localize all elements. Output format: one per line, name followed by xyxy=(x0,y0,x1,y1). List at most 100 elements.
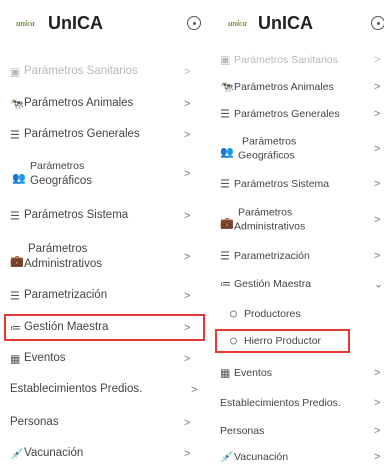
label-line-2: Geográficos xyxy=(238,149,295,161)
sidebar-item-parametros-sistema[interactable]: ☰ Parámetros Sistema > xyxy=(214,173,384,195)
sidebar-item-parametros-administrativos[interactable]: 💼 Parámetros Administrativos > xyxy=(0,238,210,276)
sidebar-item-label: Establecimientos Predios. xyxy=(220,396,341,409)
chevron-right-icon: > xyxy=(374,108,381,120)
sidebar-item-label: Parametrización xyxy=(24,289,108,302)
sidebar-item-label: Parámetros Animales xyxy=(24,97,134,110)
chevron-right-icon: > xyxy=(374,214,381,226)
sidebar-item-label: Parámetros Geográficos xyxy=(238,135,296,162)
sidebar-item-parametros-generales[interactable]: ☰ Parámetros Generales > xyxy=(0,123,210,147)
sidebar-item-personas[interactable]: Personas > xyxy=(214,420,384,442)
sidebar-item-vacunacion[interactable]: 💉 Vacunación > xyxy=(0,442,210,466)
chevron-right-icon: > xyxy=(374,451,381,463)
sidebar-item-label: Parámetros Sistema xyxy=(24,209,129,222)
chevron-right-icon: > xyxy=(374,143,381,155)
sidebar-item-eventos[interactable]: ▦ Eventos > xyxy=(214,362,384,384)
label-line-2: Administrativos xyxy=(24,258,102,270)
sidebar-item-label: Parámetros Geográficos xyxy=(30,159,92,189)
label-line-1: Parámetros xyxy=(242,135,297,148)
chevron-right-icon: > xyxy=(374,81,381,93)
sidebar-item-label: Vacunación xyxy=(234,450,289,463)
sidebar-item-parametros-sanitarios[interactable]: ▣ Parámetros Sanitarios > xyxy=(214,52,384,68)
calendar-icon: ▦ xyxy=(220,367,231,380)
left-sidebar: unica UnICA ▣ Parámetros Sanitarios > 🐄 … xyxy=(0,0,210,471)
submenu-item-label: Productores xyxy=(244,308,301,320)
chevron-right-icon: > xyxy=(374,425,381,437)
sidebar-item-label: Parámetros Administrativos xyxy=(234,206,305,233)
sidebar-item-label: Parámetros Sistema xyxy=(234,177,330,190)
sliders-icon: ☰ xyxy=(220,250,230,263)
sidebar-item-label: Personas xyxy=(10,416,59,429)
label-line-1: Parámetros xyxy=(238,206,293,219)
sidebar-item-parametros-geograficos[interactable]: 👥 Parámetros Geográficos > xyxy=(0,156,210,192)
sidebar-item-label: Personas xyxy=(220,424,265,437)
sidebar-item-establecimientos-predios[interactable]: Establecimientos Predios. > xyxy=(214,392,384,414)
chevron-right-icon: > xyxy=(374,250,381,262)
sliders-icon: ☰ xyxy=(10,129,20,142)
chevron-right-icon: > xyxy=(191,384,198,396)
syringe-icon: 💉 xyxy=(10,448,24,461)
highlight-box xyxy=(215,329,350,353)
sliders-icon: ☰ xyxy=(10,290,20,303)
calendar-icon: ▦ xyxy=(10,353,21,366)
chevron-down-icon: ⌄ xyxy=(374,278,384,291)
sidebar-item-parametros-animales[interactable]: 🐄 Parámetros Animales > xyxy=(0,92,210,116)
sidebar-item-label: Parametrización xyxy=(234,249,310,262)
sidebar-item-parametrizacion[interactable]: ☰ Parametrización > xyxy=(214,245,384,267)
chevron-right-icon: > xyxy=(184,251,191,263)
sidebar-item-eventos[interactable]: ▦ Eventos > xyxy=(0,347,210,371)
chevron-right-icon: > xyxy=(374,178,381,190)
chevron-right-icon: > xyxy=(374,397,381,409)
submenu-item-productores[interactable]: Productores xyxy=(214,304,384,324)
sidebar-item-parametros-administrativos[interactable]: 💼 Parámetros Administrativos > xyxy=(214,203,384,237)
sliders-icon: ☰ xyxy=(220,178,230,191)
sidebar-item-vacunacion[interactable]: 💉 Vacunación > xyxy=(214,446,384,468)
document-gear-icon: ▣ xyxy=(220,54,231,67)
highlight-box xyxy=(4,314,205,341)
brand-name: UnICA xyxy=(258,13,313,33)
label-line-2: Administrativos xyxy=(234,220,306,232)
unica-logo: unica xyxy=(228,19,247,28)
chevron-right-icon: > xyxy=(184,290,191,302)
sidebar-item-parametros-animales[interactable]: 🐄 Parámetros Animales > xyxy=(214,76,384,98)
sidebar-item-parametros-generales[interactable]: ☰ Parámetros Generales > xyxy=(214,103,384,125)
map-people-icon: 👥 xyxy=(220,146,234,159)
sidebar-item-gestion-maestra[interactable]: ≔ Gestión Maestra ⌄ xyxy=(214,273,384,295)
briefcase-icon: 💼 xyxy=(220,217,234,230)
sidebar-item-label: Parámetros Animales xyxy=(234,80,334,93)
label-line-1: Parámetros xyxy=(30,160,85,173)
sidebar-item-parametrizacion[interactable]: ☰ Parametrización > xyxy=(0,284,210,308)
label-line-2: Geográficos xyxy=(30,175,93,187)
sidebar-item-label: Parámetros Generales xyxy=(234,107,340,120)
chevron-right-icon: > xyxy=(184,168,191,180)
sidebar-item-label: Parámetros Sanitarios xyxy=(24,65,138,78)
sidebar-item-label: Eventos xyxy=(234,366,272,379)
sidebar-toggle-icon[interactable] xyxy=(371,16,384,30)
chevron-right-icon: > xyxy=(184,98,191,110)
chevron-right-icon: > xyxy=(374,54,381,66)
chevron-right-icon: > xyxy=(184,417,191,429)
chevron-right-icon: > xyxy=(184,66,191,78)
cow-icon: 🐄 xyxy=(220,81,234,94)
chevron-right-icon: > xyxy=(184,353,191,365)
sidebar-toggle-icon[interactable] xyxy=(187,16,201,30)
unica-logo: unica xyxy=(16,19,35,28)
sidebar-item-label: Eventos xyxy=(24,352,66,365)
list-check-icon: ≔ xyxy=(220,278,231,291)
chevron-right-icon: > xyxy=(184,448,191,460)
label-line-1: Parámetros xyxy=(28,243,88,256)
brand-header: unica UnICA xyxy=(214,10,384,40)
circle-bullet-icon xyxy=(230,310,237,318)
briefcase-icon: 💼 xyxy=(10,255,24,268)
syringe-icon: 💉 xyxy=(220,451,234,464)
sidebar-item-establecimientos-predios[interactable]: Establecimientos Predios. > xyxy=(0,378,210,402)
right-sidebar: unica UnICA ▣ Parámetros Sanitarios > 🐄 … xyxy=(214,0,384,471)
sidebar-item-parametros-sistema[interactable]: ☰ Parámetros Sistema > xyxy=(0,204,210,228)
sidebar-item-parametros-geograficos[interactable]: 👥 Parámetros Geográficos > xyxy=(214,132,384,166)
sliders-icon: ☰ xyxy=(10,210,20,223)
brand-header: unica UnICA xyxy=(0,10,210,40)
sidebar-item-personas[interactable]: Personas > xyxy=(0,411,210,435)
sidebar-item-parametros-sanitarios[interactable]: ▣ Parámetros Sanitarios > xyxy=(0,60,210,84)
document-gear-icon: ▣ xyxy=(10,66,21,79)
brand-name: UnICA xyxy=(48,13,103,33)
cow-icon: 🐄 xyxy=(10,98,24,111)
